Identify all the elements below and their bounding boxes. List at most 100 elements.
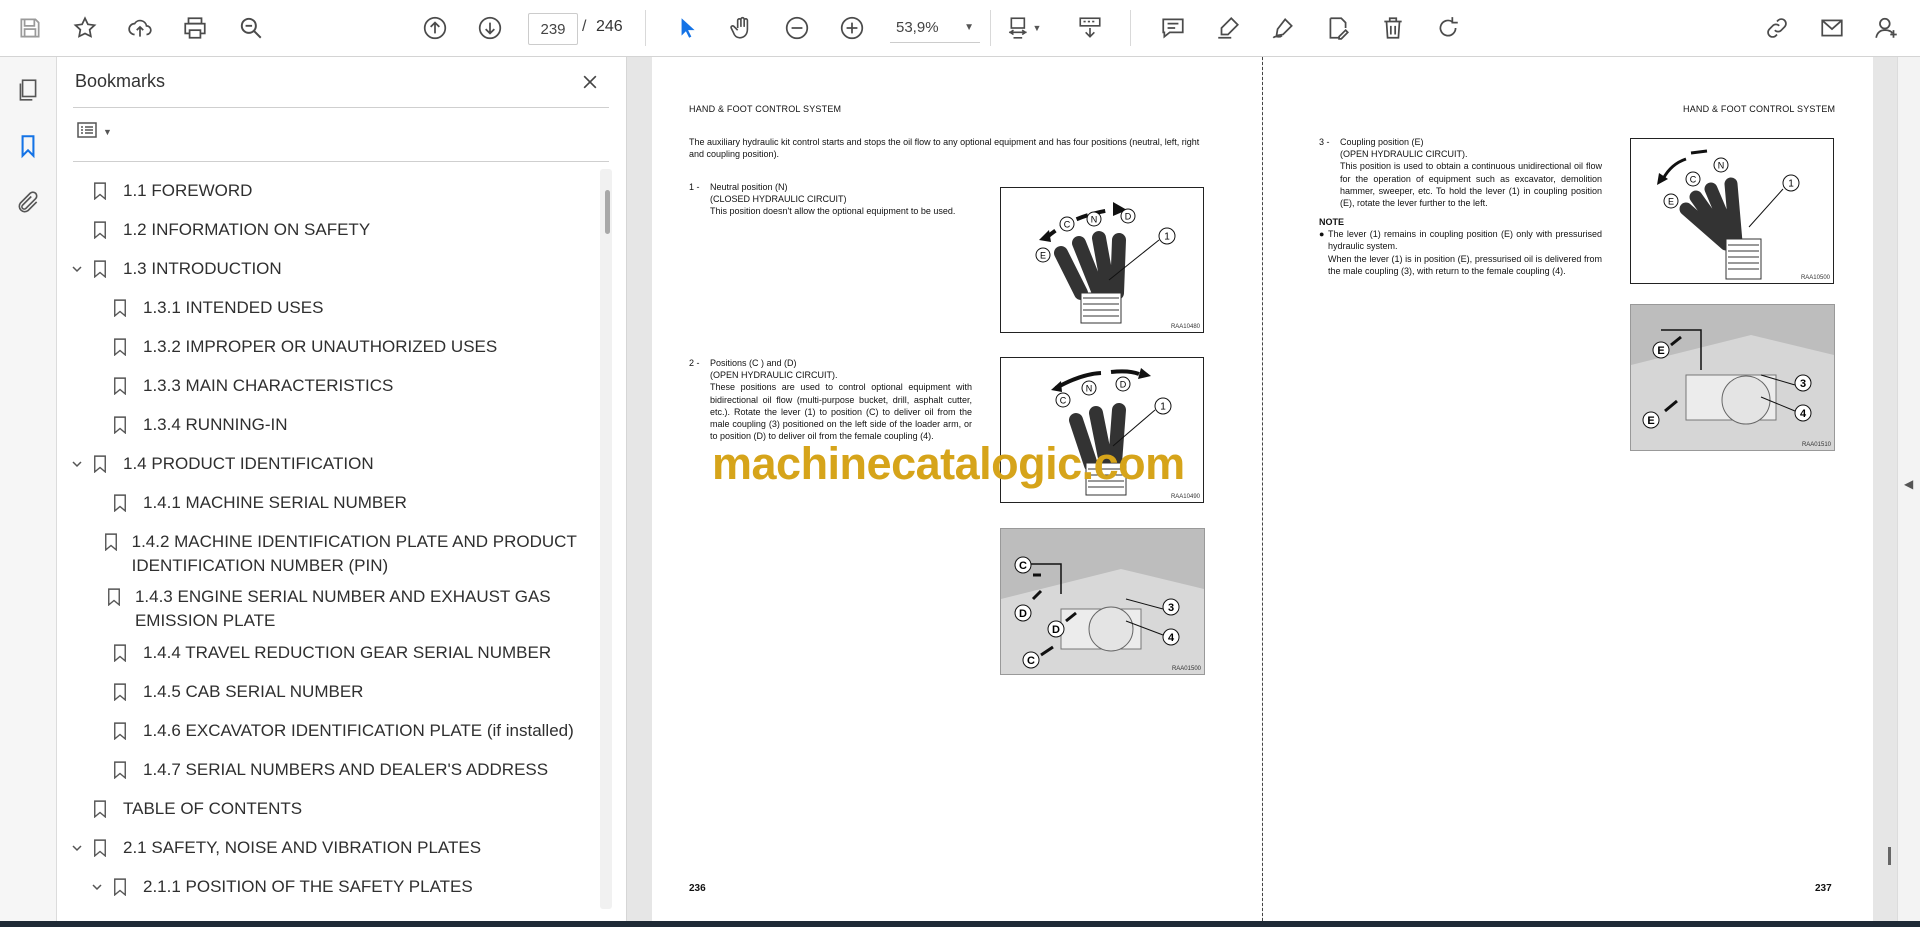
item-1-subtitle: (CLOSED HYDRAULIC CIRCUIT) — [710, 194, 847, 205]
page-number-left: 236 — [689, 883, 706, 894]
toolbar-divider — [645, 10, 646, 46]
page-thumbnails-icon[interactable] — [13, 75, 43, 105]
label-4: 4 — [1800, 408, 1807, 420]
chevron-down-icon: ▼ — [103, 127, 112, 137]
bookmark-item[interactable]: 1.3.4 RUNNING-IN — [87, 413, 577, 437]
sign-icon[interactable] — [1268, 13, 1298, 43]
delete-icon[interactable] — [1378, 13, 1408, 43]
chevron-down-icon: ▼ — [964, 22, 974, 33]
attachments-icon[interactable] — [13, 188, 43, 218]
expand-spacer — [87, 758, 107, 782]
bookmark-scrollbar-track[interactable] — [600, 169, 612, 909]
bookmark-item[interactable]: 1.3 INTRODUCTION — [67, 257, 577, 281]
bookmark-item[interactable]: 1.1 FOREWORD — [67, 179, 577, 203]
scroll-mode-icon[interactable] — [1075, 13, 1105, 43]
bookmark-label: 1.4.1 MACHINE SERIAL NUMBER — [143, 493, 407, 512]
item-3-title: Coupling position (E) — [1340, 137, 1424, 147]
bookmark-item[interactable]: 1.4.5 CAB SERIAL NUMBER — [87, 680, 577, 704]
item-3-block: Coupling position (E) (OPEN HYDRAULIC CI… — [1340, 136, 1602, 209]
page-down-icon[interactable] — [475, 13, 505, 43]
item-2-subtitle: (OPEN HYDRAULIC CIRCUIT). — [710, 370, 838, 381]
account-icon[interactable] — [1872, 13, 1902, 43]
bookmark-label: 1.3.4 RUNNING-IN — [143, 415, 288, 434]
page-separator: / — [582, 18, 587, 35]
expand-panel-icon[interactable]: ◀ — [1904, 477, 1913, 491]
bookmark-scrollbar-thumb[interactable] — [605, 190, 610, 234]
item-2-body: These positions are used to control opti… — [710, 382, 972, 442]
bookmark-label: 1.4.2 MACHINE IDENTIFICATION PLATE AND P… — [131, 532, 577, 575]
label-c: C — [1027, 655, 1035, 667]
bookmark-item[interactable]: 1.4.4 TRAVEL REDUCTION GEAR SERIAL NUMBE… — [87, 641, 577, 665]
close-icon[interactable] — [577, 69, 603, 95]
bookmarks-panel: Bookmarks ▼ 1.1 FOREWORD 1.2 INFORMATION … — [57, 57, 627, 921]
bookmark-item[interactable]: 2.1.1 POSITION OF THE SAFETY PLATES — [87, 875, 577, 899]
bookmark-item[interactable]: 1.4.2 MACHINE IDENTIFICATION PLATE AND P… — [87, 530, 577, 578]
chevron-down-icon[interactable] — [67, 836, 87, 860]
chevron-down-icon[interactable] — [87, 875, 107, 899]
label-d: D — [1052, 624, 1060, 636]
bookmark-icon — [91, 179, 109, 203]
upload-icon[interactable] — [125, 13, 155, 43]
comment-icon[interactable] — [1158, 13, 1188, 43]
label-e: E — [1657, 345, 1664, 357]
bookmark-label: 1.3 INTRODUCTION — [123, 259, 282, 278]
main-toolbar: 239 / 246 53,9% ▼ ▼ — [0, 0, 1920, 57]
figure-lever-neutral: C N D E 1 RAA10480 — [1000, 187, 1204, 333]
save-icon[interactable] — [15, 13, 45, 43]
share-link-icon[interactable] — [1762, 13, 1792, 43]
bookmark-label: 1.3.2 IMPROPER OR UNAUTHORIZED USES — [143, 337, 498, 356]
bookmark-icon — [111, 491, 129, 515]
print-icon[interactable] — [180, 13, 210, 43]
rotate-icon[interactable] — [1433, 13, 1463, 43]
chevron-down-icon[interactable] — [67, 257, 87, 281]
item-3-number: 3 - — [1319, 137, 1330, 147]
label-e: E — [1647, 415, 1654, 427]
edit-pdf-icon[interactable] — [1323, 13, 1353, 43]
bookmark-star-icon[interactable] — [70, 13, 100, 43]
bookmark-item[interactable]: 1.4.3 ENGINE SERIAL NUMBER AND EXHAUST G… — [87, 585, 577, 633]
bookmark-item[interactable]: 1.4.6 EXCAVATOR IDENTIFICATION PLATE (if… — [87, 719, 577, 743]
item-1-title: Neutral position (N) — [710, 182, 788, 192]
chevron-down-icon[interactable] — [67, 452, 87, 476]
bookmark-label: 1.3.3 MAIN CHARACTERISTICS — [143, 376, 394, 395]
bookmark-item[interactable]: 1.3.1 INTENDED USES — [87, 296, 577, 320]
bookmark-item[interactable]: 1.2 INFORMATION ON SAFETY — [67, 218, 577, 242]
expand-spacer — [87, 641, 107, 665]
highlight-icon[interactable] — [1213, 13, 1243, 43]
zoom-level-select[interactable]: 53,9% ▼ — [890, 13, 980, 43]
bookmark-item[interactable]: 1.4.1 MACHINE SERIAL NUMBER — [87, 491, 577, 515]
bookmark-item[interactable]: 1.4 PRODUCT IDENTIFICATION — [67, 452, 577, 476]
label-1: 1 — [1160, 402, 1166, 413]
hand-tool-icon[interactable] — [727, 13, 757, 43]
search-zoom-icon[interactable] — [236, 13, 266, 43]
bookmark-label: 1.4.5 CAB SERIAL NUMBER — [143, 682, 364, 701]
bookmark-item[interactable]: 1.3.2 IMPROPER OR UNAUTHORIZED USES — [87, 335, 577, 359]
bookmark-label: 1.3.1 INTENDED USES — [143, 298, 324, 317]
page-number-input[interactable]: 239 — [528, 13, 578, 45]
label-c: C — [1690, 175, 1697, 185]
bookmark-options-button[interactable]: ▼ — [75, 117, 121, 147]
page-up-icon[interactable] — [420, 13, 450, 43]
list-options-icon — [75, 118, 99, 147]
zoom-out-icon[interactable] — [782, 13, 812, 43]
bookmark-item[interactable]: 1.3.3 MAIN CHARACTERISTICS — [87, 374, 577, 398]
item-1-block: Neutral position (N) (CLOSED HYDRAULIC C… — [710, 181, 972, 218]
bookmark-item[interactable]: 2.1 SAFETY, NOISE AND VIBRATION PLATES — [67, 836, 577, 860]
bookmark-item[interactable]: TABLE OF CONTENTS — [67, 797, 577, 821]
label-1: 1 — [1788, 179, 1794, 190]
chevron-down-icon[interactable]: ▼ — [1030, 13, 1044, 43]
bookmark-label: 1.4.6 EXCAVATOR IDENTIFICATION PLATE (if… — [143, 721, 574, 740]
figure-code: RAA10480 — [1170, 324, 1200, 330]
bookmark-item[interactable]: 1.4.7 SERIAL NUMBERS AND DEALER'S ADDRES… — [87, 758, 577, 782]
label-e: E — [1668, 197, 1674, 207]
select-cursor-icon[interactable] — [672, 13, 702, 43]
zoom-in-icon[interactable] — [837, 13, 867, 43]
document-scrollbar-thumb[interactable] — [1888, 847, 1891, 865]
bookmarks-icon[interactable] — [13, 131, 43, 161]
bookmark-label: 1.4.3 ENGINE SERIAL NUMBER AND EXHAUST G… — [134, 587, 551, 630]
bookmark-icon — [104, 530, 118, 554]
expand-spacer — [87, 296, 107, 320]
toolbar-divider — [1130, 10, 1131, 46]
bookmark-icon — [111, 641, 129, 665]
email-icon[interactable] — [1817, 13, 1847, 43]
